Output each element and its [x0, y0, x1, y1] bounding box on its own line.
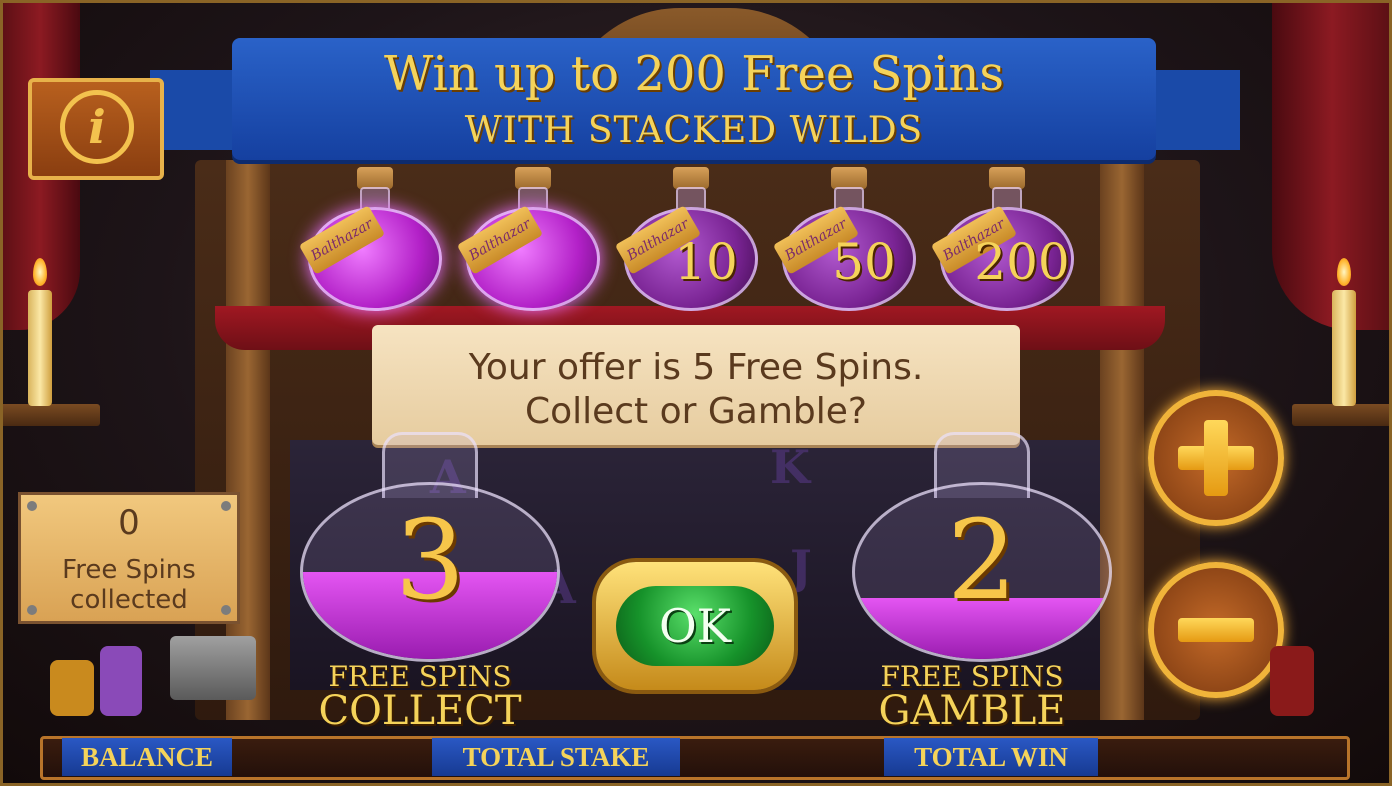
offer-scroll: Your offer is 5 Free Spins. Collect or G…: [372, 325, 1020, 445]
banner-title: Win up to 200 Free Spins: [383, 46, 1005, 102]
potion-value: 200: [974, 233, 1070, 291]
reel-symbol: K: [770, 440, 810, 494]
potion-2: Balthazar: [456, 165, 608, 315]
gamble-flask[interactable]: 2: [852, 432, 1112, 662]
jar-icon: [100, 646, 142, 716]
minus-icon: [1178, 618, 1254, 642]
increase-button[interactable]: [1148, 390, 1284, 526]
ok-button-label: OK: [616, 586, 774, 666]
counter-label-1: Free Spins: [62, 555, 196, 585]
decrease-button[interactable]: [1148, 562, 1284, 698]
potion-3: Balthazar 10: [614, 165, 766, 315]
collect-flask[interactable]: 3: [300, 432, 560, 662]
jar-icon: [1270, 646, 1314, 716]
cork-icon: [357, 167, 393, 189]
reel-symbol: J: [790, 540, 812, 594]
gamble-label[interactable]: GAMBLE: [852, 688, 1092, 734]
shelf-right: [1292, 404, 1392, 426]
jar-icon: [50, 660, 94, 716]
padlock-icon: [170, 636, 256, 700]
total-win-label: TOTAL WIN: [884, 738, 1098, 776]
total-win-value: [1106, 738, 1296, 776]
curtain-right: [1272, 0, 1392, 330]
cork-icon: [831, 167, 867, 189]
gamble-value: 2: [947, 496, 1017, 624]
total-stake-label: TOTAL STAKE: [432, 738, 680, 776]
plus-icon-vertical: [1204, 420, 1228, 496]
total-stake-value: [690, 738, 880, 776]
potion-1: Balthazar: [298, 165, 450, 315]
cork-icon: [673, 167, 709, 189]
cork-icon: [515, 167, 551, 189]
balance-label: BALANCE: [62, 738, 232, 776]
collect-label[interactable]: COLLECT: [300, 688, 540, 734]
info-button[interactable]: i: [28, 78, 164, 180]
game-screen: A K A J Win up to 200 Free Spins WITH ST…: [0, 0, 1392, 786]
promo-banner: Win up to 200 Free Spins WITH STACKED WI…: [232, 38, 1156, 160]
flame-icon: [1337, 258, 1351, 286]
offer-line-1: Your offer is 5 Free Spins.: [468, 347, 924, 388]
counter-label-2: collected: [70, 585, 188, 615]
free-spins-counter: 0 Free Spins collected: [18, 492, 240, 624]
counter-value: 0: [118, 503, 140, 543]
ok-button[interactable]: OK: [596, 562, 794, 690]
cork-icon: [989, 167, 1025, 189]
collect-value: 3: [395, 496, 465, 624]
flame-icon: [33, 258, 47, 286]
potion-4: Balthazar 50: [772, 165, 924, 315]
banner-subtitle: WITH STACKED WILDS: [464, 110, 924, 151]
shelf-left: [0, 404, 100, 426]
offer-line-2: Collect or Gamble?: [524, 391, 868, 432]
candle-right: [1332, 290, 1356, 406]
candle-left: [28, 290, 52, 406]
balance-value: [240, 738, 430, 776]
info-icon: i: [60, 90, 134, 164]
potion-5: Balthazar 200: [930, 165, 1082, 315]
potion-value: 50: [832, 233, 896, 291]
potion-value: 10: [674, 233, 738, 291]
